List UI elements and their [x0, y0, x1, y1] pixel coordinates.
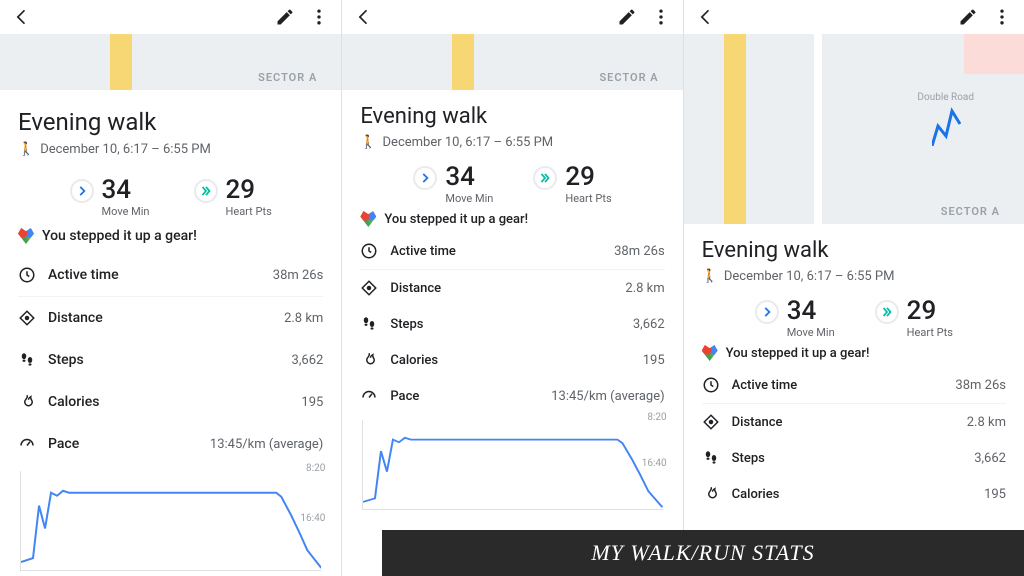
- map-sector-label: SECTOR A: [599, 71, 658, 84]
- footprints-icon: [360, 315, 378, 333]
- achievement-text: You stepped it up a gear!: [384, 212, 528, 227]
- top-bar: [0, 0, 341, 34]
- map-road-label: Double Road: [917, 92, 974, 103]
- stat-pace: Pace 13:45/km (average): [360, 378, 664, 414]
- stat-distance: Distance 2.8 km: [18, 297, 323, 339]
- activity-title: Evening walk: [18, 108, 323, 136]
- move-min-metric: 34Move Min: [755, 298, 835, 339]
- screen-1: SECTOR A Evening walk 🚶 December 10, 6:1…: [0, 0, 341, 576]
- stat-active-time: Active time 38m 26s: [18, 254, 323, 297]
- clock-icon: [702, 376, 720, 394]
- chart-tick-mid: 16:40: [638, 458, 667, 469]
- more-vert-icon[interactable]: [651, 7, 671, 27]
- footprints-icon: [18, 351, 36, 369]
- heart-pts-metric: 29Heart Pts: [875, 298, 953, 339]
- footprints-icon: [702, 449, 720, 467]
- move-min-value: 34: [102, 177, 150, 203]
- stat-calories: Calories 195: [360, 342, 664, 378]
- distance-icon: [18, 309, 36, 327]
- top-bar: [342, 0, 682, 34]
- map-preview[interactable]: SECTOR A: [342, 34, 682, 90]
- stat-pace: Pace 13:45/km (average): [18, 423, 323, 465]
- pencil-icon[interactable]: [275, 7, 295, 27]
- heart-pts-metric: 29Heart Pts: [533, 164, 611, 205]
- stat-steps: Steps 3,662: [702, 440, 1006, 476]
- move-min-metric: 34 Move Min: [70, 177, 150, 218]
- pencil-icon[interactable]: [958, 7, 978, 27]
- stat-distance: Distance 2.8 km: [360, 270, 664, 306]
- top-bar: [684, 0, 1024, 34]
- distance-icon: [702, 413, 720, 431]
- speedometer-icon: [360, 387, 378, 405]
- activity-datetime: December 10, 6:17 – 6:55 PM: [724, 269, 895, 284]
- summary-metrics: 34 Move Min 29 Heart Pts: [18, 177, 323, 218]
- double-chevron-icon: [875, 300, 899, 324]
- double-chevron-icon: [533, 166, 557, 190]
- flame-icon: [18, 393, 36, 411]
- achievement-row: You stepped it up a gear!: [18, 228, 323, 244]
- distance-icon: [360, 279, 378, 297]
- map-preview[interactable]: SECTOR A: [0, 34, 341, 90]
- stat-active-time: Active time 38m 26s: [360, 233, 664, 270]
- stat-steps: Steps 3,662: [18, 339, 323, 381]
- chart-tick-mid: 16:40: [296, 513, 325, 524]
- activity-title: Evening walk: [360, 104, 664, 129]
- clock-icon: [18, 266, 36, 284]
- heart-pts-label: Heart Pts: [226, 205, 272, 218]
- activity-title: Evening walk: [702, 238, 1006, 263]
- speedometer-icon: [18, 435, 36, 453]
- activity-datetime: December 10, 6:17 – 6:55 PM: [40, 142, 211, 157]
- map-preview-large[interactable]: Double Road SECTOR A: [684, 34, 1024, 224]
- stat-steps: Steps 3,662: [360, 306, 664, 342]
- map-sector-label: SECTOR A: [258, 71, 317, 84]
- heart-pts-value: 29: [226, 177, 272, 203]
- more-vert-icon[interactable]: [992, 7, 1012, 27]
- stat-calories: Calories 195: [702, 476, 1006, 512]
- walk-icon: 🚶: [360, 135, 376, 150]
- double-chevron-icon: [194, 179, 218, 203]
- chart-tick-top: 8:20: [302, 463, 325, 474]
- back-arrow-icon[interactable]: [696, 7, 716, 27]
- move-min-metric: 34Move Min: [413, 164, 493, 205]
- activity-subtitle: 🚶 December 10, 6:17 – 6:55 PM: [18, 142, 323, 157]
- back-arrow-icon[interactable]: [12, 7, 32, 27]
- walk-icon: 🚶: [702, 269, 718, 284]
- flame-icon: [702, 485, 720, 503]
- more-vert-icon[interactable]: [309, 7, 329, 27]
- heart-points-icon: [18, 228, 34, 244]
- activity-datetime: December 10, 6:17 – 6:55 PM: [383, 135, 554, 150]
- chart-tick-top: 8:20: [643, 412, 666, 423]
- pencil-icon[interactable]: [617, 7, 637, 27]
- heart-points-icon: [360, 211, 376, 227]
- stat-distance: Distance 2.8 km: [702, 404, 1006, 440]
- stat-calories: Calories 195: [18, 381, 323, 423]
- chevron-right-icon: [413, 166, 437, 190]
- move-min-label: Move Min: [102, 205, 150, 218]
- achievement-text: You stepped it up a gear!: [726, 346, 870, 361]
- back-arrow-icon[interactable]: [354, 7, 374, 27]
- flame-icon: [360, 351, 378, 369]
- chevron-right-icon: [755, 300, 779, 324]
- screen-3: Double Road SECTOR A Evening walk 🚶 Dece…: [683, 0, 1024, 576]
- map-sector-label: SECTOR A: [941, 205, 1000, 218]
- screen-2: SECTOR A Evening walk 🚶 December 10, 6:1…: [341, 0, 682, 576]
- stat-active-time: Active time 38m 26s: [702, 367, 1006, 404]
- clock-icon: [360, 242, 378, 260]
- pace-chart: 8:20 16:40: [20, 471, 321, 571]
- walk-icon: 🚶: [18, 142, 34, 157]
- heart-pts-metric: 29 Heart Pts: [194, 177, 272, 218]
- image-caption: MY WALK/RUN STATS: [382, 530, 1024, 576]
- pace-chart: 8:20 16:40: [362, 420, 662, 510]
- achievement-text: You stepped it up a gear!: [42, 228, 197, 244]
- heart-points-icon: [702, 345, 718, 361]
- chevron-right-icon: [70, 179, 94, 203]
